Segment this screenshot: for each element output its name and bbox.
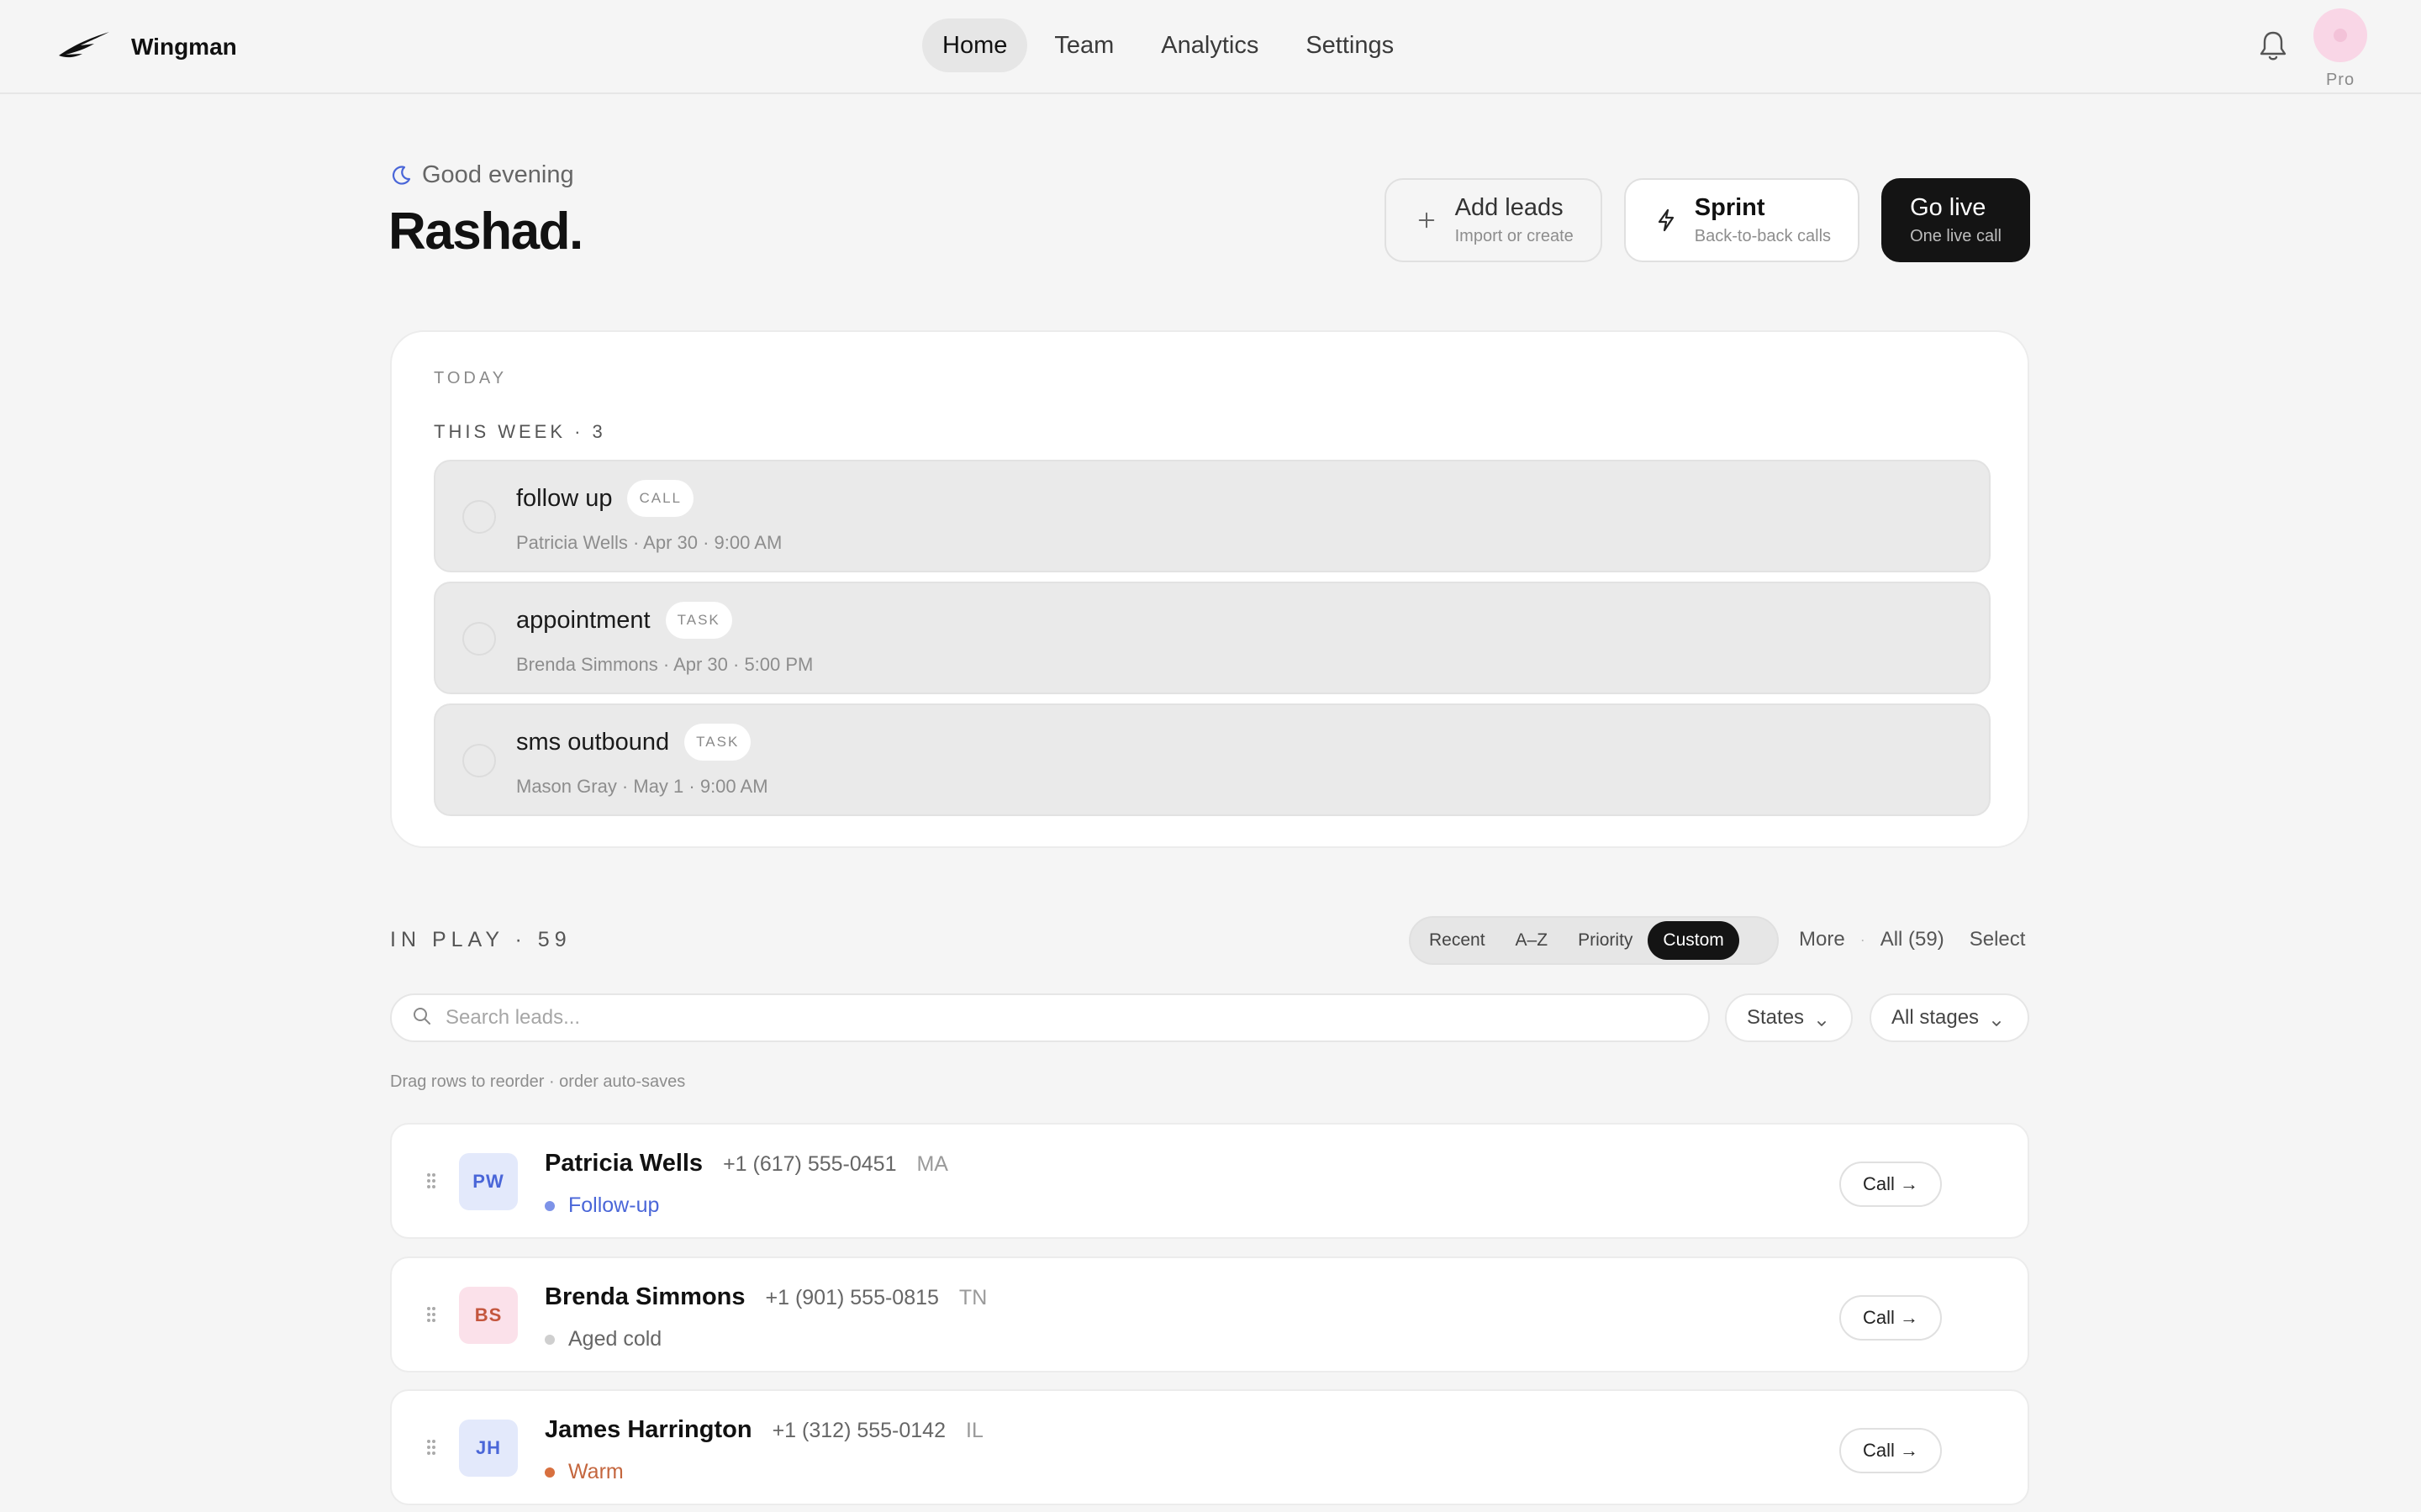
states-dropdown[interactable]: States: [1725, 993, 1853, 1042]
go-live-subtitle: One live call: [1910, 227, 2002, 245]
app-name: Wingman: [131, 34, 237, 60]
moon-icon: [390, 165, 412, 187]
greeting-text: Good evening: [422, 161, 574, 188]
in-play-label: IN PLAY · 59: [390, 928, 572, 951]
task-item[interactable]: appointment TASK Brenda Simmons · Apr 30…: [434, 582, 1991, 694]
task-checkbox[interactable]: [462, 622, 496, 656]
plan-label: Pro: [2325, 71, 2355, 89]
states-label: States: [1747, 1006, 1805, 1029]
lead-stage: Warm: [568, 1460, 624, 1483]
task-checkbox[interactable]: [462, 500, 496, 534]
lead-phone: +1 (617) 555-0451: [723, 1152, 897, 1176]
sort-toggle: Recent A–Z Priority Custom: [1409, 916, 1779, 965]
lead-name: James Harrington: [545, 1416, 752, 1443]
today-card: TODAY THIS WEEK · 3 follow up CALL Patri…: [390, 330, 2029, 848]
lead-avatar: BS: [459, 1287, 518, 1344]
drag-handle-icon[interactable]: [425, 1305, 437, 1324]
chevron-down-icon: [1991, 1012, 2002, 1026]
lead-avatar: JH: [459, 1420, 518, 1477]
stages-label: All stages: [1891, 1006, 1980, 1029]
greeting: Good evening: [390, 161, 574, 189]
lead-stage: Follow-up: [568, 1193, 660, 1217]
task-meta: Patricia Wells · Apr 30 · 9:00 AM: [516, 532, 783, 553]
task-item[interactable]: follow up CALL Patricia Wells · Apr 30 ·…: [434, 460, 1991, 572]
wingman-logo-icon: [57, 30, 111, 65]
avatar[interactable]: [2313, 8, 2367, 62]
stage-dot: [545, 1200, 555, 1211]
lead-stage: Aged cold: [568, 1327, 662, 1351]
this-week-label: THIS WEEK · 3: [434, 421, 606, 442]
separator: ·: [1859, 930, 1865, 948]
top-bar: Wingman Home Team Analytics Settings Pro: [0, 0, 2421, 94]
user-menu[interactable]: Pro: [2310, 8, 2371, 90]
more-link[interactable]: More: [1799, 928, 1845, 951]
nav-analytics[interactable]: Analytics: [1141, 18, 1279, 72]
stage-dot: [545, 1334, 555, 1345]
search-input[interactable]: [446, 1006, 1622, 1030]
all-filter-link[interactable]: All (59): [1880, 928, 1944, 951]
add-leads-subtitle: Import or create: [1454, 227, 1574, 245]
call-button[interactable]: Call →: [1839, 1162, 1942, 1207]
call-button[interactable]: Call →: [1839, 1295, 1942, 1341]
lead-state: IL: [966, 1419, 984, 1442]
lead-row[interactable]: JH James Harrington +1 (312) 555-0142 IL…: [390, 1389, 2029, 1505]
lead-name: Brenda Simmons: [545, 1283, 746, 1310]
nav-settings[interactable]: Settings: [1285, 18, 1414, 72]
task-meta: Brenda Simmons · Apr 30 · 5:00 PM: [516, 654, 814, 675]
task-meta: Mason Gray · May 1 · 9:00 AM: [516, 776, 768, 797]
task-item[interactable]: sms outbound TASK Mason Gray · May 1 · 9…: [434, 703, 1991, 816]
reorder-hint: Drag rows to reorder · order auto-saves: [390, 1072, 686, 1091]
nav-team[interactable]: Team: [1034, 18, 1134, 72]
sprint-subtitle: Back-to-back calls: [1694, 227, 1832, 245]
sort-custom[interactable]: Custom: [1648, 921, 1739, 960]
go-live-button[interactable]: Go live One live call: [1881, 178, 2030, 262]
lead-phone: +1 (901) 555-0815: [765, 1286, 939, 1309]
sort-priority[interactable]: Priority: [1563, 921, 1648, 960]
add-leads-title: Add leads: [1454, 194, 1564, 221]
search-box: [390, 993, 1710, 1042]
stages-dropdown[interactable]: All stages: [1870, 993, 2029, 1042]
drag-handle-icon[interactable]: [425, 1438, 437, 1457]
quick-actions: Add leads Import or create Sprint Back-t…: [1384, 178, 2030, 262]
lightning-icon: [1654, 208, 1678, 232]
sprint-title: Sprint: [1694, 194, 1765, 221]
brand[interactable]: Wingman: [57, 29, 237, 66]
task-title: follow up: [516, 484, 613, 512]
lead-state: MA: [916, 1152, 948, 1176]
stage-dot: [545, 1467, 555, 1478]
today-label: TODAY: [434, 369, 508, 387]
list-actions: More · All (59) Select: [1799, 928, 2025, 951]
lead-avatar: PW: [459, 1153, 518, 1210]
task-title: appointment: [516, 606, 651, 634]
search-icon: [412, 1006, 446, 1030]
task-checkbox[interactable]: [462, 744, 496, 777]
task-type-badge: TASK: [665, 602, 732, 639]
lead-row[interactable]: BS Brenda Simmons +1 (901) 555-0815 TN A…: [390, 1256, 2029, 1372]
go-live-title: Go live: [1910, 194, 1986, 221]
sort-recent[interactable]: Recent: [1414, 921, 1501, 960]
task-type-badge: CALL: [627, 480, 694, 517]
task-title: sms outbound: [516, 728, 670, 756]
select-link[interactable]: Select: [1970, 928, 2026, 951]
sort-a-z[interactable]: A–Z: [1501, 921, 1564, 960]
add-leads-button[interactable]: Add leads Import or create: [1384, 178, 1602, 262]
lead-phone: +1 (312) 555-0142: [772, 1419, 946, 1442]
chevron-down-icon: [1816, 1012, 1828, 1026]
call-button[interactable]: Call →: [1839, 1428, 1942, 1473]
main-nav: Home Team Analytics Settings: [922, 18, 1414, 72]
notifications-bell-icon[interactable]: [2258, 29, 2288, 62]
lead-name: Patricia Wells: [545, 1150, 704, 1177]
plus-icon: [1415, 208, 1438, 232]
lead-state: TN: [958, 1286, 988, 1309]
lead-row[interactable]: PW Patricia Wells +1 (617) 555-0451 MA F…: [390, 1123, 2029, 1239]
sprint-button[interactable]: Sprint Back-to-back calls: [1623, 178, 1860, 262]
user-name-heading: Rashad.: [388, 203, 583, 261]
task-type-badge: TASK: [684, 724, 752, 761]
drag-handle-icon[interactable]: [425, 1172, 437, 1190]
nav-home[interactable]: Home: [922, 18, 1028, 72]
